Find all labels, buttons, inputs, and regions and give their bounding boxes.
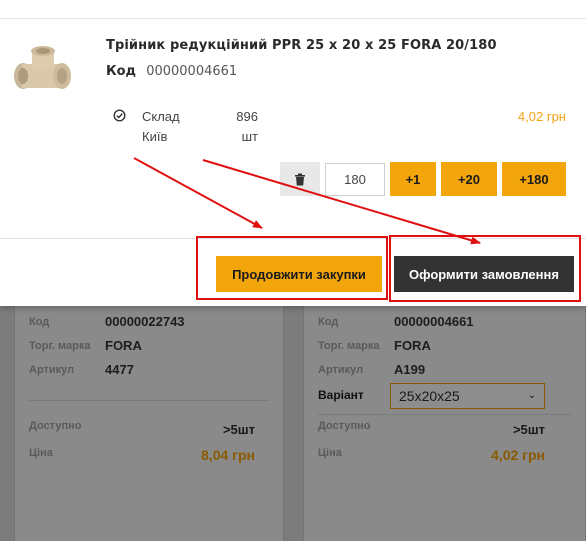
variant-label: Варіант <box>318 388 364 402</box>
code-label: Код <box>29 316 50 328</box>
annotation-highlight-box <box>196 236 388 300</box>
code-value: 00000022743 <box>105 314 185 329</box>
product-card-left: Код 00000022743 Торг. марка FORA Артикул… <box>14 283 284 541</box>
price-value: 4,02 грн <box>491 447 545 463</box>
article-label: Артикул <box>29 364 75 376</box>
stock-qty: 896 <box>236 109 258 124</box>
modal-top-border <box>0 18 586 19</box>
available-label: Доступно <box>29 420 82 432</box>
add-20-button[interactable]: +20 <box>441 162 497 196</box>
add-1-button[interactable]: +1 <box>390 162 436 196</box>
card-divider <box>29 400 269 401</box>
store-name: Склад <box>142 109 180 124</box>
add-180-button[interactable]: +180 <box>502 162 566 196</box>
card-divider <box>318 414 571 415</box>
code-label: Код <box>318 316 339 328</box>
store-city: Київ <box>142 129 168 144</box>
article-value: A199 <box>394 362 426 377</box>
brand-value: FORA <box>105 338 142 353</box>
check-circle-icon <box>113 109 126 122</box>
article-value: 4477 <box>105 362 134 377</box>
price-label: Ціна <box>29 447 53 459</box>
product-title: Трійник редукційний PPR 25 x 20 x 25 FOR… <box>106 38 497 53</box>
trash-icon <box>295 173 305 185</box>
code-value: 00000004661 <box>146 64 238 79</box>
variant-value: 25x20x25 <box>399 388 460 404</box>
delete-button[interactable] <box>280 162 320 196</box>
product-image <box>14 46 71 89</box>
annotation-arrow <box>133 157 263 229</box>
stock-unit: шт <box>241 129 258 144</box>
price-value: 8,04 грн <box>201 447 255 463</box>
available-label: Доступно <box>318 420 371 432</box>
available-value: >5шт <box>512 422 545 437</box>
item-price: 4,02 грн <box>517 109 566 124</box>
chevron-down-icon: ⌄ <box>527 390 536 401</box>
code-value: 00000004661 <box>394 314 474 329</box>
price-label: Ціна <box>318 447 342 459</box>
article-label: Артикул <box>318 364 364 376</box>
product-code-row: Код 00000004661 <box>106 64 237 79</box>
brand-label: Торг. марка <box>318 340 380 352</box>
variant-select[interactable]: 25x20x25 ⌄ <box>390 383 545 409</box>
brand-label: Торг. марка <box>29 340 91 352</box>
brand-value: FORA <box>394 338 431 353</box>
quantity-input[interactable] <box>325 163 385 196</box>
annotation-highlight-box <box>389 235 581 302</box>
add-to-cart-modal: Трійник редукційний PPR 25 x 20 x 25 FOR… <box>0 0 586 306</box>
available-value: >5шт <box>222 422 255 437</box>
product-card-right: Код 00000004661 Торг. марка FORA Артикул… <box>303 283 586 541</box>
code-label: Код <box>106 64 137 79</box>
